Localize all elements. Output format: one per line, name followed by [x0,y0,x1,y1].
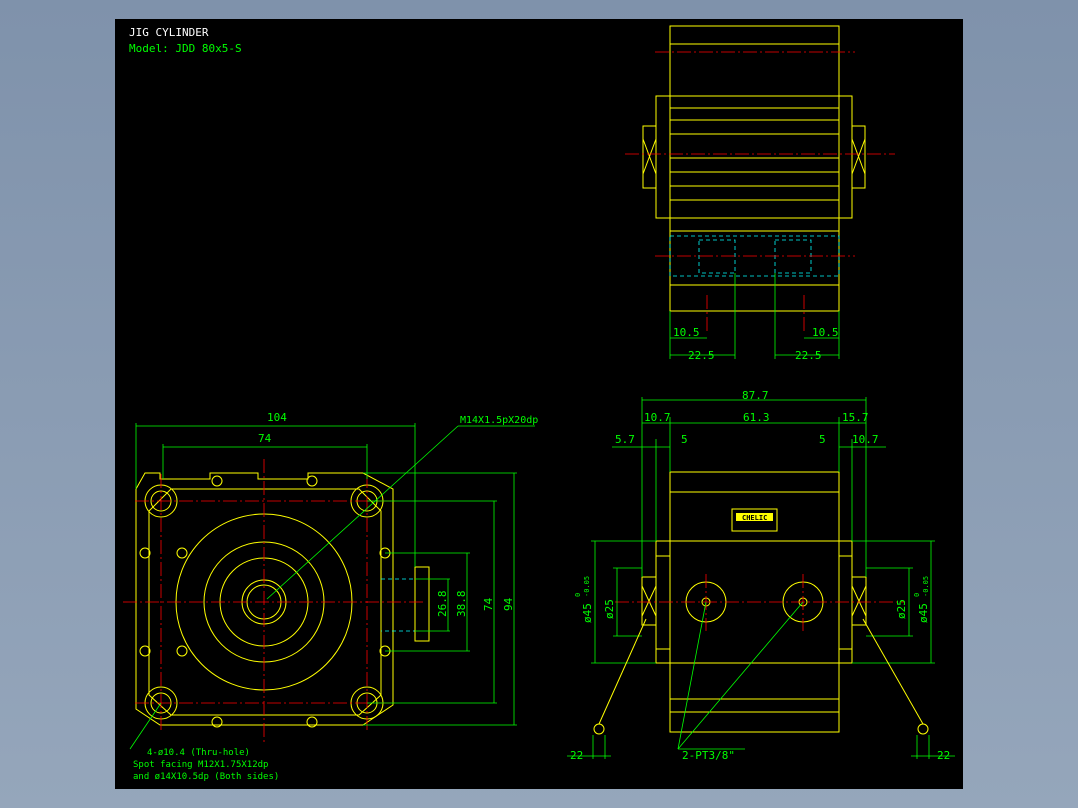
dim-side-5-7: 5.7 [615,433,635,446]
dim-height-38-8: 38.8 [455,591,468,618]
thread-leader-label: M14X1.5pX20dp [460,415,538,426]
dim-side-right: 15.7 [842,411,869,424]
dia-right-25: ø25 [895,599,908,619]
side-view [567,397,955,759]
cad-drawing: .y { stroke:#ffff00; fill:none; stroke-w… [123,25,955,782]
note-line-2: Spot facing M12X1.75X12dp [133,760,268,770]
dim-height-26-8: 26.8 [436,591,449,618]
front-view [123,423,535,750]
dim-side-mid: 61.3 [743,411,770,424]
dia-right-45: ø45 [917,603,930,623]
dim-side-left: 10.7 [644,411,671,424]
note-line-1: 4-ø10.4 (Thru-hole) [147,748,250,758]
port-label: 2-PT3/8" [682,749,735,762]
tol-left-hi: 0 [574,593,582,597]
tol-right-lo: -0.05 [922,576,930,597]
drawing-title: JIG CYLINDER [129,26,209,39]
top-view [625,25,895,359]
dim-top-left-inner: 10.5 [673,326,700,339]
dim-height-94: 94 [502,597,515,611]
dim-height-74: 74 [482,597,495,611]
tol-right-hi: 0 [913,593,921,597]
drawing-canvas: .y { stroke:#ffff00; fill:none; stroke-w… [115,19,963,789]
dim-side-5-right: 5 [819,433,826,446]
dia-left-45: ø45 [581,603,594,623]
model-label: Model: JDD 80x5-S [129,42,242,55]
dim-top-left-outer: 22.5 [688,349,715,362]
dim-top-right-outer: 22.5 [795,349,822,362]
dim-side-10-7: 10.7 [852,433,879,446]
dim-top-right-inner: 10.5 [812,326,839,339]
dim-side-total: 87.7 [742,389,769,402]
dim-side-5-left: 5 [681,433,688,446]
dim-22-right: 22 [937,749,950,762]
dim-width-bolt: 74 [258,432,272,445]
tol-left-lo: -0.05 [583,576,591,597]
dim-width-total: 104 [267,411,287,424]
dia-left-25: ø25 [603,599,616,619]
brand-plate: CHELIC [742,514,767,522]
dim-22-left: 22 [570,749,583,762]
note-line-3: and ø14X10.5dp (Both sides) [133,772,279,782]
